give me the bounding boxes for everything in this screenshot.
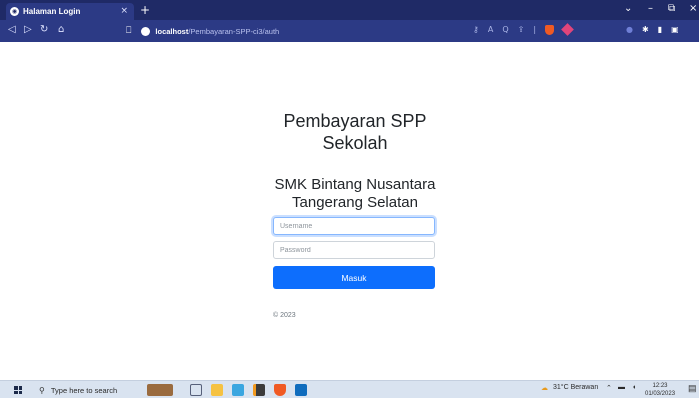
close-window-button[interactable]: × [689, 3, 697, 14]
maximize-button[interactable]: ⧉ [668, 3, 675, 14]
notifications-icon[interactable]: ▤ [688, 383, 697, 394]
weather-text[interactable]: 31°C Berawan [553, 384, 598, 391]
key-icon[interactable]: ⚷ [473, 25, 479, 35]
new-tab-button[interactable]: + [140, 3, 150, 17]
back-button[interactable]: ◁ [8, 24, 16, 35]
browser-tab[interactable]: ◉ Halaman Login × [6, 3, 134, 20]
globe-icon: ◉ [10, 7, 19, 16]
divider: | [533, 25, 537, 34]
tab-title: Halaman Login [23, 7, 81, 16]
village-icon[interactable] [147, 384, 173, 396]
windows-start-icon[interactable] [14, 386, 22, 394]
browser-tabstrip: ◉ Halaman Login × + ⌄ – ⧉ × [0, 0, 699, 20]
brave-shields-icon[interactable] [545, 25, 555, 35]
browser-actions: ● ✱ ▮ ▣ [626, 25, 679, 34]
network-icon[interactable]: ▬ [618, 384, 625, 391]
username-input[interactable] [273, 217, 435, 235]
address-actions: ⚷ A Q ⇪ | [473, 23, 574, 36]
outlook-icon[interactable] [295, 384, 307, 396]
search-icon: ⚲ [39, 385, 45, 395]
school-name: SMK Bintang Nusantara Tangerang Selatan [274, 176, 436, 211]
wallet-icon[interactable]: ▣ [671, 25, 679, 34]
home-button[interactable]: ⌂ [58, 24, 64, 35]
brave-rewards-icon[interactable] [561, 23, 574, 36]
url-path: /Pembayaran-SPP-ci3/auth [188, 26, 280, 36]
volume-icon[interactable]: ◖ [632, 384, 636, 391]
browser-toolbar: ◁ ▷ ↻ ⌂ ⎕ localhost/Pembayaran-SPP-ci3/a… [0, 20, 699, 42]
sidebar-icon[interactable]: ▮ [658, 25, 662, 34]
windows-taskbar: ⚲ Type here to search ☁ 31°C Berawan ⌃ ▬… [0, 380, 699, 398]
clock-time: 12:23 [652, 383, 668, 389]
taskbar-search-placeholder: Type here to search [50, 385, 118, 395]
site-info-icon[interactable] [141, 26, 151, 36]
extension-icon[interactable]: ✱ [642, 25, 649, 34]
close-tab-icon[interactable]: × [120, 6, 128, 16]
task-view-icon[interactable] [190, 384, 202, 396]
chevron-down-icon[interactable]: ⌄ [624, 3, 632, 14]
share-icon[interactable]: ⇪ [518, 25, 525, 35]
file-explorer-icon[interactable] [211, 384, 223, 396]
photos-icon[interactable] [232, 384, 244, 396]
taskbar-search[interactable]: ⚲ Type here to search [33, 382, 130, 398]
clock-date: 01/03/2023 [645, 391, 676, 397]
login-button[interactable]: Masuk [273, 266, 435, 289]
reload-button[interactable]: ↻ [40, 24, 48, 35]
bookmark-icon[interactable]: ⎕ [126, 26, 131, 36]
chevron-up-icon[interactable]: ⌃ [606, 384, 612, 392]
translate-icon[interactable]: A [488, 25, 493, 35]
forward-button[interactable]: ▷ [24, 24, 32, 35]
profile-icon[interactable]: ● [626, 25, 633, 34]
weather-icon: ☁ [541, 385, 548, 392]
brave-icon[interactable] [274, 384, 286, 396]
taskbar-clock[interactable]: 12:23 01/03/2023 [645, 382, 675, 398]
screen: ◉ Halaman Login × + ⌄ – ⧉ × ◁ ▷ ↻ ⌂ ⎕ lo… [0, 0, 699, 398]
password-input[interactable] [273, 241, 435, 259]
minimize-button[interactable]: – [648, 3, 653, 14]
sublime-icon[interactable] [253, 384, 265, 396]
login-page: Pembayaran SPP Sekolah SMK Bintang Nusan… [0, 42, 699, 380]
zoom-icon[interactable]: Q [502, 25, 508, 35]
page-title: Pembayaran SPP Sekolah [283, 111, 427, 153]
url-host: localhost [155, 26, 189, 36]
copyright: © 2023 [273, 312, 296, 319]
